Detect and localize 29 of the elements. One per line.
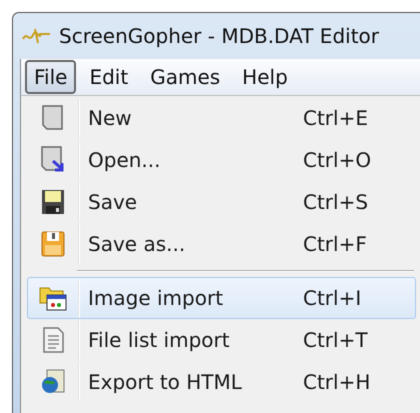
shortcut-text: Ctrl+E [303,106,369,130]
shortcut-text: Ctrl+I [303,286,362,310]
shortcut-text: Ctrl+T [303,328,369,352]
blank-page-icon [40,104,66,132]
menu-item-label: Image import [88,286,224,310]
menu-item-label: File list import [88,328,231,352]
menu-bar-item[interactable]: Games [141,60,230,94]
menu-item-label: Save as... [88,232,186,256]
menu-item-label: Export to HTML [88,370,243,394]
globe-page-icon [39,368,67,396]
menu-item-label: Open... [88,148,162,172]
menu-item-label: New [88,106,133,130]
window-title: ScreenGopher - MDB.DAT Editor [59,24,379,48]
menu-item-label: Save [88,190,138,214]
menu-item[interactable]: Export to HTML Ctrl+H [27,361,416,403]
menu-item[interactable]: File list import Ctrl+T [27,319,416,361]
shortcut-text: Ctrl+S [303,190,370,214]
shortcut-text: Ctrl+F [303,232,368,256]
menu-bar-item[interactable]: Edit [80,60,138,94]
menu-bar-item[interactable]: Help [233,60,297,94]
shortcut-text: Ctrl+O [303,148,372,172]
menu-item[interactable]: New Ctrl+E [27,97,416,139]
menu-item[interactable]: Save Ctrl+S [27,181,416,223]
menu-item[interactable]: Save as... Ctrl+F [27,223,416,265]
menu-item[interactable]: Open... Ctrl+O [27,139,416,181]
app-logo-icon [21,27,51,45]
menu-item[interactable]: Image import Ctrl+I [27,277,416,319]
shortcut-text: Ctrl+H [303,370,372,394]
menu-bar-item[interactable]: File [25,60,76,94]
